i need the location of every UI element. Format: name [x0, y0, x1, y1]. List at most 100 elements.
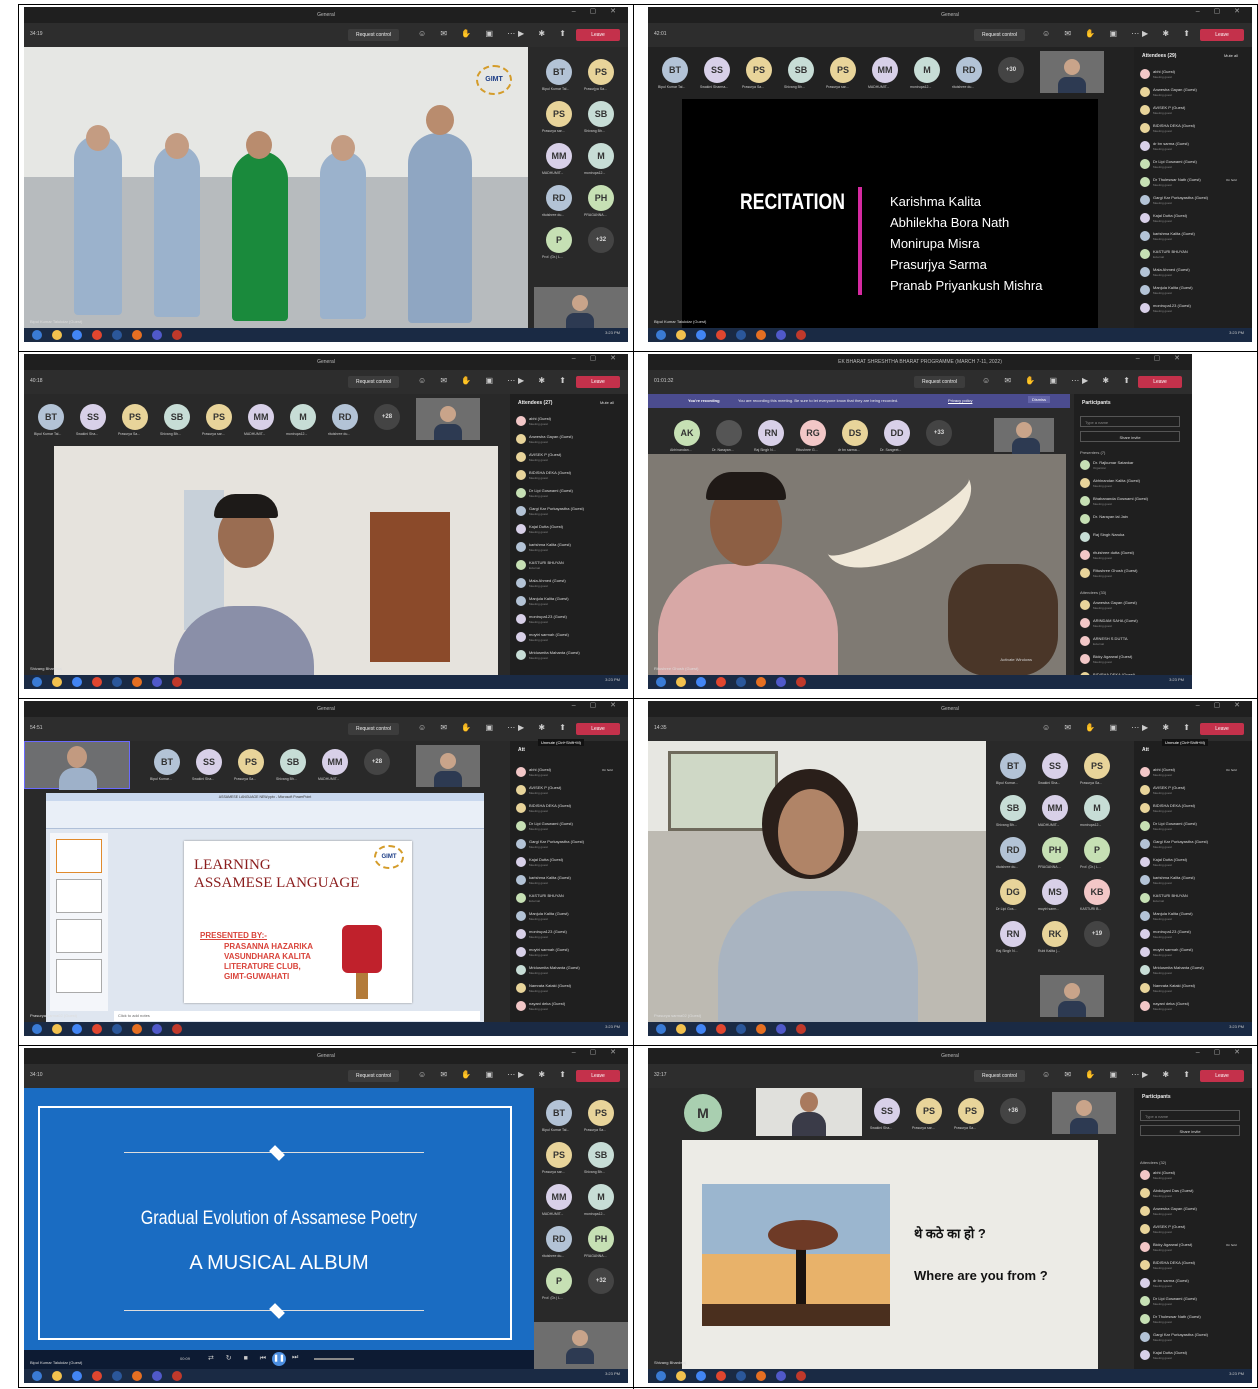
participant-avatar-large[interactable]: M — [684, 1094, 722, 1132]
leave-button[interactable]: Leave — [1200, 1070, 1244, 1082]
taskbar-app-icon[interactable] — [756, 1024, 766, 1034]
mute-all-button[interactable]: Mute all — [600, 400, 614, 405]
taskbar-app-icon[interactable] — [112, 330, 122, 340]
volume-slider[interactable] — [314, 1358, 354, 1360]
participant-avatar[interactable]: M — [290, 404, 316, 430]
participant-item[interactable]: Namrata Kataki (Guest) Meeting guest — [1140, 981, 1248, 997]
taskbar-app-icon[interactable] — [92, 330, 102, 340]
participant-item[interactable]: rituishree dutta (Guest) Meeting guest — [1080, 548, 1188, 564]
taskbar-app-icon[interactable] — [72, 1024, 82, 1034]
participant-avatar[interactable]: BT — [154, 749, 180, 775]
participant-avatar[interactable]: SB — [588, 101, 614, 127]
participant-avatar[interactable]: +33 — [926, 420, 952, 446]
participant-item[interactable]: abhi (Guest) Meeting guest — [1140, 1168, 1248, 1184]
participant-item[interactable]: Namrata Kataki (Guest) Meeting guest — [516, 981, 624, 997]
taskbar-app-icon[interactable] — [756, 1371, 766, 1381]
participant-item[interactable]: ARINDAM SAHA (Guest) Meeting guest — [1080, 616, 1188, 632]
taskbar-app-icon[interactable] — [52, 1024, 62, 1034]
taskbar-app-icon[interactable] — [32, 330, 42, 340]
taskbar-app-icon[interactable] — [696, 677, 706, 687]
taskbar-app-icon[interactable] — [112, 1024, 122, 1034]
taskbar-app-icon[interactable] — [716, 1371, 726, 1381]
taskbar-app-icon[interactable] — [676, 1371, 686, 1381]
participant-item[interactable]: Gargi Kar Purkayastha (Guest) Meeting gue… — [1140, 837, 1248, 853]
request-control-button[interactable]: Request control — [348, 376, 400, 388]
participant-avatar[interactable]: RD — [332, 404, 358, 430]
participant-avatar[interactable]: PS — [238, 749, 264, 775]
taskbar-app-icon[interactable] — [92, 677, 102, 687]
participant-avatar[interactable]: SB — [280, 749, 306, 775]
participant-item[interactable]: Abhinandan Kalita (Guest) Meeting guest — [1080, 476, 1188, 492]
taskbar-app-icon[interactable] — [676, 677, 686, 687]
camera-mic-share-icons[interactable]: ▶ ✱ ⬆ — [518, 29, 572, 38]
taskbar-app-icon[interactable] — [716, 1024, 726, 1034]
participant-avatar[interactable]: RD — [546, 1226, 572, 1252]
camera-mic-share-icons[interactable]: ▶ ✱ ⬆ — [518, 723, 572, 732]
participant-avatar[interactable]: P — [546, 227, 572, 253]
participant-avatar[interactable]: MS — [1042, 879, 1068, 905]
taskbar-app-icon[interactable] — [152, 677, 162, 687]
participant-item[interactable]: BIDISHA DEKA (Guest) Meeting guest — [516, 801, 624, 817]
taskbar-app-icon[interactable] — [52, 677, 62, 687]
participant-avatar[interactable]: +32 — [588, 227, 614, 253]
window-controls[interactable]: ‒ ▢ ✕ — [572, 701, 622, 709]
camera-mic-share-icons[interactable]: ▶ ✱ ⬆ — [1142, 723, 1196, 732]
participant-avatar[interactable]: SS — [196, 749, 222, 775]
participant-item[interactable]: Dr Lipi Goswami (Guest) Meeting guest — [516, 486, 624, 502]
participant-item[interactable]: Kajal Dutta (Guest) Meeting guest — [1140, 855, 1248, 871]
camera-mic-share-icons[interactable]: ▶ ✱ ⬆ — [1142, 1070, 1196, 1079]
taskbar-app-icon[interactable] — [132, 1024, 142, 1034]
participant-avatar[interactable]: SB — [164, 404, 190, 430]
participant-avatar[interactable]: DS — [842, 420, 868, 446]
participant-avatar[interactable] — [716, 420, 742, 446]
participant-item[interactable]: Mala Ahmed (Guest) Meeting guest — [1140, 265, 1248, 281]
request-control-button[interactable]: Request control — [914, 376, 966, 388]
taskbar-app-icon[interactable] — [776, 1371, 786, 1381]
media-player-controls[interactable]: 00:09 ⇄ ↻ ■ ⏮ ❚❚ ⏭ — [24, 1350, 534, 1370]
participant-item[interactable]: moytri sarmah (Guest) Meeting guest — [1140, 945, 1248, 961]
participant-avatar[interactable]: +30 — [998, 57, 1024, 83]
participant-item[interactable]: AVISEK P (Guest) Meeting guest — [1140, 1222, 1248, 1238]
taskbar-app-icon[interactable] — [736, 330, 746, 340]
taskbar-app-icon[interactable] — [796, 330, 806, 340]
leave-button[interactable]: Leave — [1138, 376, 1182, 388]
pause-button[interactable]: ❚❚ — [272, 1352, 286, 1366]
participant-item[interactable]: AVISEK P (Guest) Meeting guest — [1140, 783, 1248, 799]
leave-button[interactable]: Leave — [576, 29, 620, 41]
window-controls[interactable]: ‒ ▢ ✕ — [572, 354, 622, 362]
participant-item[interactable]: Dr Lipi Goswami (Guest) Meeting guest — [516, 819, 624, 835]
taskbar-app-icon[interactable] — [736, 1024, 746, 1034]
participant-item[interactable]: Gargi Kar Purkayastha (Guest) Meeting gue… — [1140, 193, 1248, 209]
participant-avatar[interactable]: RD — [956, 57, 982, 83]
participant-item[interactable]: Kajal Dutta (Guest) Meeting guest — [516, 855, 624, 871]
participant-item[interactable]: nayani deka (Guest) Meeting guest — [516, 999, 624, 1015]
participant-avatar[interactable]: BT — [1000, 753, 1026, 779]
participant-avatar[interactable]: AK — [674, 420, 700, 446]
participant-avatar[interactable]: PS — [588, 1100, 614, 1126]
participant-avatar[interactable]: PS — [916, 1098, 942, 1124]
request-control-button[interactable]: Request control — [348, 723, 400, 735]
participant-item[interactable]: karishma Kalita (Guest) Meeting guest — [1140, 873, 1248, 889]
taskbar-app-icon[interactable] — [676, 1024, 686, 1034]
window-controls[interactable]: ‒ ▢ ✕ — [572, 7, 622, 15]
participant-item[interactable]: moytri sarmah (Guest) Meeting guest — [516, 630, 624, 646]
participant-item[interactable]: Mridusmita Mahanta (Guest) Meeting guest — [516, 963, 624, 979]
participant-item[interactable]: Manjula Kalita (Guest) Meeting guest — [516, 594, 624, 610]
participant-item[interactable]: karishma Kalita (Guest) Meeting guest — [516, 540, 624, 556]
participant-item[interactable]: KASTURI BHUYAN External — [516, 891, 624, 907]
participant-avatar[interactable]: SS — [704, 57, 730, 83]
leave-button[interactable]: Leave — [576, 723, 620, 735]
taskbar-app-icon[interactable] — [52, 1371, 62, 1381]
taskbar-app-icon[interactable] — [716, 330, 726, 340]
participant-item[interactable]: Mridusmita Mahanta (Guest) Meeting guest — [1140, 963, 1248, 979]
taskbar-app-icon[interactable] — [152, 330, 162, 340]
participant-item[interactable]: Manjula Kalita (Guest) Meeting guest — [1140, 909, 1248, 925]
taskbar-app-icon[interactable] — [656, 677, 666, 687]
participant-item[interactable]: abhi (Guest) Meeting guest — [1140, 67, 1248, 83]
request-control-button[interactable]: Request control — [974, 29, 1026, 41]
camera-mic-share-icons[interactable]: ▶ ✱ ⬆ — [518, 1070, 572, 1079]
request-control-button[interactable]: Request control — [348, 29, 400, 41]
taskbar-app-icon[interactable] — [152, 1371, 162, 1381]
participant-avatar[interactable]: M — [588, 1184, 614, 1210]
participant-avatar[interactable]: RD — [1000, 837, 1026, 863]
